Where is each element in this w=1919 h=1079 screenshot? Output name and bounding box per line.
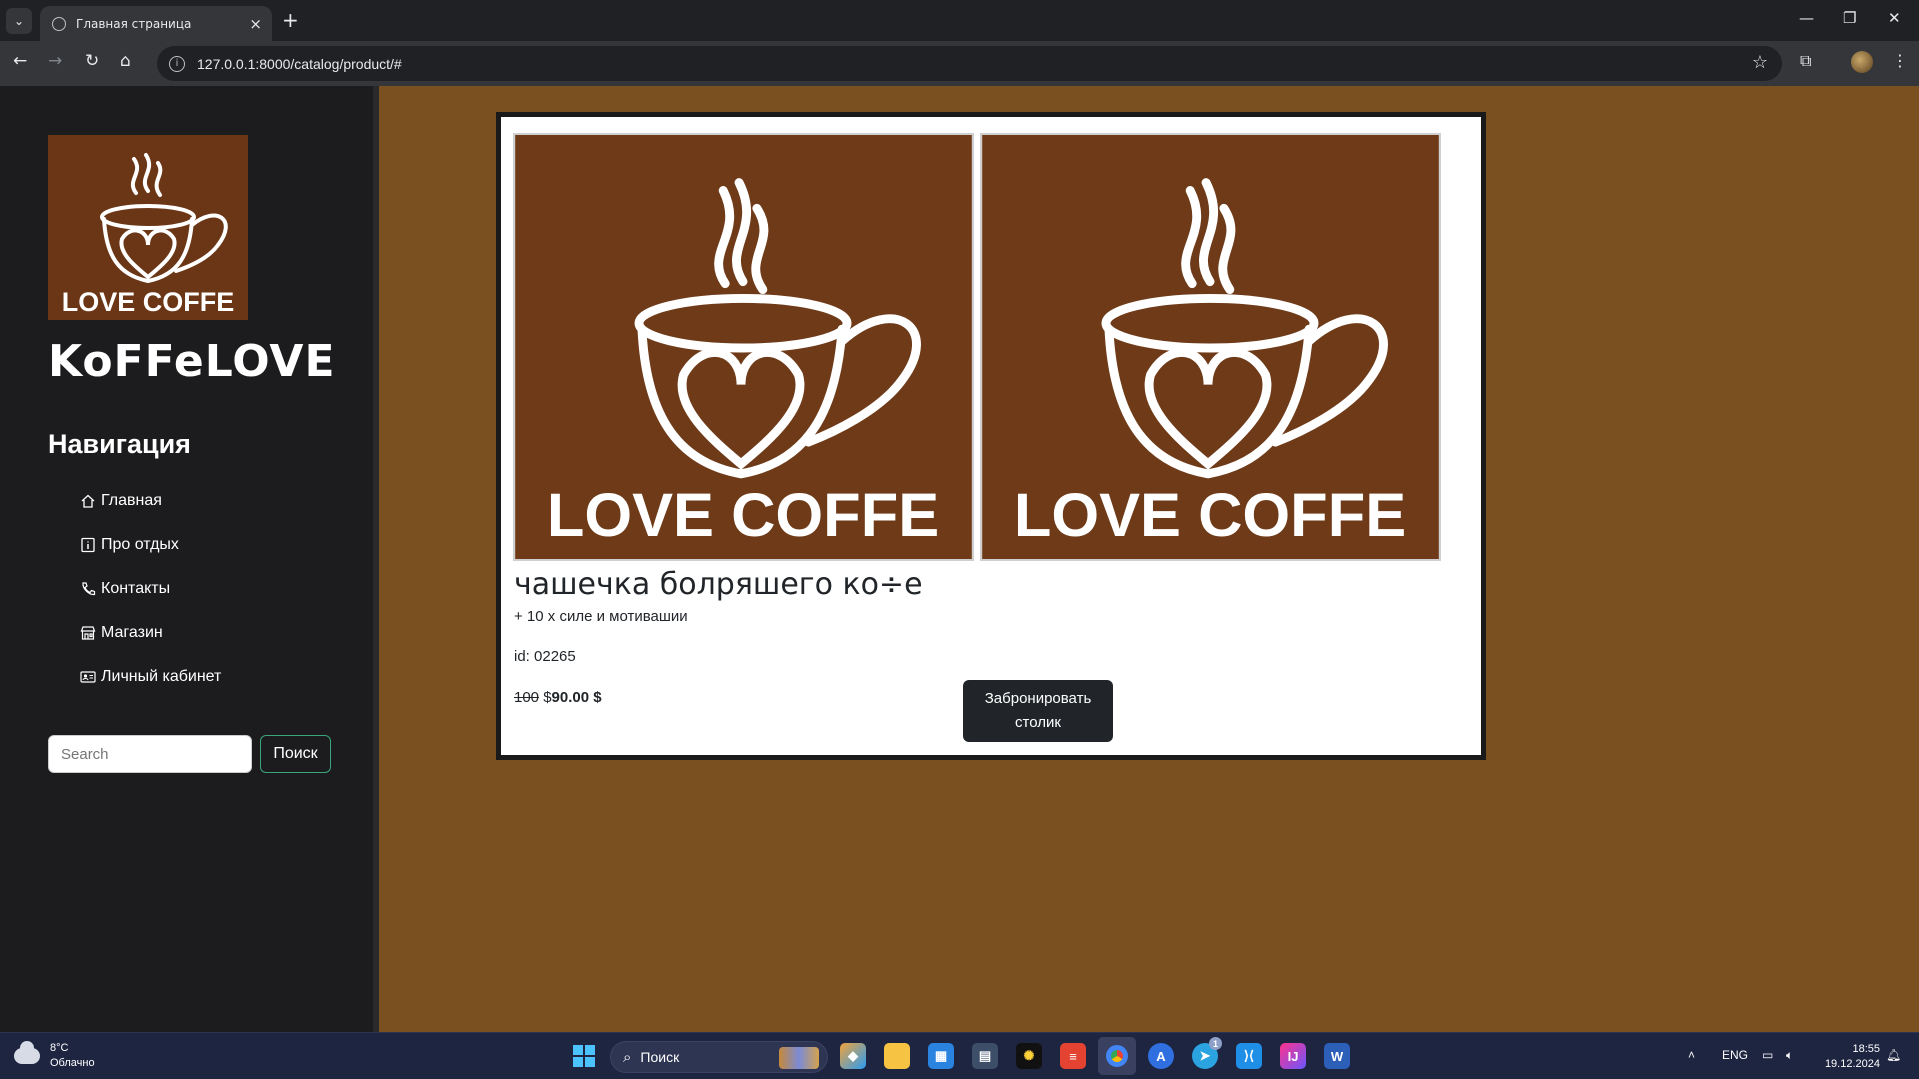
- weather-widget[interactable]: 8°C Облачно: [14, 1041, 95, 1071]
- nav-item-home[interactable]: Главная: [80, 479, 221, 523]
- microsoft-store-icon[interactable]: ▦: [928, 1043, 954, 1069]
- sun-app-icon[interactable]: ✺: [1016, 1043, 1042, 1069]
- nav-item-label: Главная: [101, 492, 162, 509]
- product-description: + 10 х силе и мотивашии: [514, 608, 688, 625]
- browser-tab[interactable]: Главная страница ×: [40, 6, 272, 41]
- shop-icon: [80, 625, 96, 641]
- profile-avatar[interactable]: [1851, 51, 1873, 73]
- nav-list: Главная Про отдых Контакты Магазин Личны…: [80, 479, 221, 699]
- vscode-icon[interactable]: ⟩⟨: [1236, 1043, 1262, 1069]
- clock-date: 19.12.2024: [1824, 1058, 1880, 1070]
- site-info-icon[interactable]: i: [169, 55, 185, 72]
- new-price: 90.00 $: [551, 689, 602, 706]
- product-image-text: LOVE COFFE: [547, 481, 939, 550]
- forward-icon[interactable]: →: [48, 51, 62, 71]
- nav-item-about-rest[interactable]: Про отдых: [80, 523, 221, 567]
- nav-item-label: Личный кабинет: [101, 668, 222, 685]
- logo-text: LOVE COFFE: [62, 287, 235, 317]
- nav-item-account[interactable]: Личный кабинет: [80, 655, 221, 699]
- word-icon[interactable]: W: [1324, 1043, 1350, 1069]
- phone-icon: [80, 581, 96, 597]
- language-indicator[interactable]: ENG: [1722, 1048, 1748, 1062]
- nav-item-label: Контакты: [101, 580, 171, 597]
- cloud-icon: [14, 1041, 40, 1064]
- brand-name[interactable]: KoFFeLOVE: [48, 336, 336, 387]
- clock-time: 18:55: [1852, 1043, 1880, 1055]
- todoist-icon[interactable]: ≡: [1060, 1043, 1086, 1069]
- menu-dots-icon[interactable]: ⋮: [1892, 51, 1908, 70]
- notification-bell-icon[interactable]: 🔔︎: [1886, 1048, 1901, 1062]
- search-button[interactable]: Поиск: [260, 735, 331, 773]
- url-text: 127.0.0.1:8000/catalog/product/#: [197, 55, 402, 72]
- search-icon: ⌕: [623, 1048, 632, 1066]
- file-explorer-icon[interactable]: [884, 1043, 910, 1069]
- id-card-icon: [80, 669, 96, 685]
- product-image-text: LOVE COFFE: [1014, 481, 1406, 550]
- chrome-icon[interactable]: [1098, 1037, 1136, 1075]
- reload-icon[interactable]: ↻: [85, 51, 99, 71]
- windows-start-icon[interactable]: [573, 1045, 595, 1067]
- search-input[interactable]: [48, 735, 252, 773]
- app-diamond-icon[interactable]: ◆: [840, 1043, 866, 1069]
- info-icon: [80, 537, 96, 553]
- brand-logo: LOVE COFFE: [48, 135, 248, 320]
- browser-tabbar: ⌄ Главная страница × + — ❐ ✕: [0, 0, 1919, 41]
- tab-title: Главная страница: [76, 16, 192, 31]
- restore-icon[interactable]: ❐: [1843, 9, 1856, 27]
- book-button-line1: Забронировать: [984, 690, 1092, 707]
- nav-item-label: Про отдых: [101, 536, 179, 553]
- taskbar-search[interactable]: ⌕ Поиск: [610, 1041, 828, 1073]
- intellij-icon[interactable]: IJ: [1280, 1043, 1306, 1069]
- book-button-line2: столик: [1015, 714, 1061, 731]
- taskbar: 8°C Облачно ⌕ Поиск ◆ ▦ ▤ ✺ ≡ A ➤ 1 ⟩⟨ IJ…: [0, 1032, 1919, 1079]
- telegram-icon[interactable]: ➤ 1: [1192, 1037, 1222, 1069]
- weather-desc: Облачно: [50, 1057, 95, 1069]
- volume-icon[interactable]: 🔈︎: [1786, 1048, 1793, 1063]
- nav-title: Навигация: [48, 429, 191, 459]
- product-image: LOVE COFFE: [513, 133, 974, 561]
- home-browser-icon[interactable]: ⌂: [120, 51, 131, 71]
- bookmark-star-icon[interactable]: ☆: [1752, 52, 1768, 73]
- weather-temp: 8°C: [50, 1042, 69, 1054]
- system-clock[interactable]: 18:55 19.12.2024: [1812, 1042, 1880, 1072]
- extensions-icon[interactable]: ⧉: [1800, 51, 1811, 71]
- sidebar: LOVE COFFE KoFFeLOVE Навигация Главная П…: [0, 86, 379, 1032]
- home-icon: [80, 493, 96, 509]
- product-id: id: 02265: [514, 648, 576, 665]
- nav-item-shop[interactable]: Магазин: [80, 611, 221, 655]
- search-highlight-image: [779, 1047, 819, 1069]
- book-table-button[interactable]: Забронировать столик: [963, 680, 1113, 742]
- network-icon[interactable]: ▭: [1762, 1048, 1773, 1062]
- taskbar-search-label: Поиск: [640, 1049, 680, 1065]
- currency-separator: $: [539, 689, 552, 706]
- browser-toolbar: ← → ↻ ⌂ i 127.0.0.1:8000/catalog/product…: [0, 41, 1919, 86]
- window-close-icon[interactable]: ✕: [1888, 9, 1901, 27]
- calculator-icon[interactable]: ▤: [972, 1043, 998, 1069]
- app-a-icon[interactable]: A: [1148, 1043, 1174, 1069]
- minimize-icon[interactable]: —: [1799, 9, 1814, 27]
- back-icon[interactable]: ←: [13, 51, 27, 71]
- product-price: 100 $90.00 $: [514, 689, 602, 706]
- nav-item-label: Магазин: [101, 624, 163, 641]
- close-tab-icon[interactable]: ×: [249, 15, 262, 33]
- product-title: чашечка болряшего ко÷е: [514, 567, 923, 602]
- address-bar[interactable]: i 127.0.0.1:8000/catalog/product/# ☆: [157, 46, 1782, 81]
- tray-chevron-icon[interactable]: ˄: [1688, 1048, 1695, 1062]
- nav-item-contacts[interactable]: Контакты: [80, 567, 221, 611]
- product-card: LOVE COFFE LOVE COFFE чашечка болряшего …: [496, 112, 1486, 760]
- old-price: 100: [514, 689, 540, 706]
- tab-list-chevron-icon[interactable]: ⌄: [6, 8, 32, 34]
- globe-icon: [52, 16, 66, 31]
- telegram-badge: 1: [1209, 1037, 1222, 1050]
- new-tab-icon[interactable]: +: [282, 8, 299, 32]
- page-content: LOVE COFFE KoFFeLOVE Навигация Главная П…: [0, 86, 1919, 1032]
- product-image: LOVE COFFE: [980, 133, 1441, 561]
